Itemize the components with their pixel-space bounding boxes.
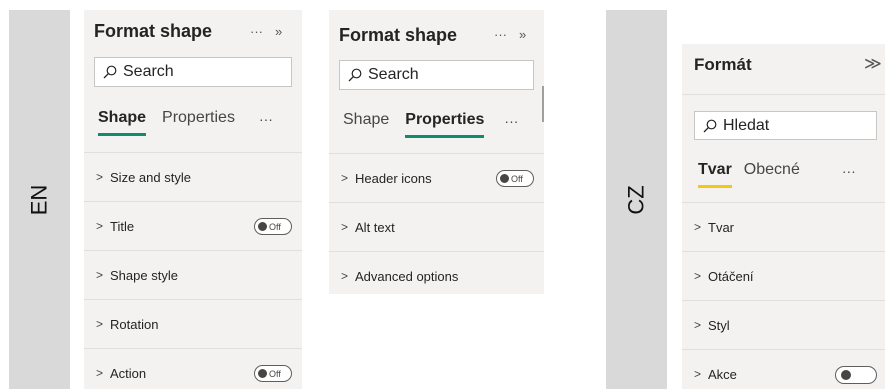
chevron-right-icon: > <box>96 170 104 184</box>
search-icon <box>103 65 117 79</box>
akce-toggle[interactable] <box>835 366 877 384</box>
search-placeholder: Search <box>123 63 174 80</box>
section-label: Otáčení <box>708 268 754 284</box>
search-placeholder: Search <box>368 66 419 83</box>
chevron-right-icon: > <box>96 317 104 331</box>
section-advanced-options[interactable]: > Advanced options <box>329 251 544 294</box>
language-label-en: EN <box>9 10 70 389</box>
search-placeholder: Hledat <box>723 116 770 134</box>
tabs-more-icon[interactable]: ··· <box>842 163 856 179</box>
section-label: Styl <box>708 317 730 333</box>
chevron-right-icon: > <box>96 219 104 233</box>
chevron-right-icon: > <box>341 220 349 234</box>
tab-properties[interactable]: Properties <box>162 109 235 133</box>
section-tvar[interactable]: > Tvar <box>682 202 885 251</box>
section-label: Advanced options <box>355 268 459 284</box>
toggle-knob <box>258 222 267 231</box>
format-shape-panel-shape-tab: Format shape ··· » Search Shape Properti… <box>84 10 302 389</box>
section-shape-style[interactable]: > Shape style <box>84 250 302 299</box>
chevron-right-icon: > <box>341 171 349 185</box>
panel-title: Format shape <box>339 25 458 45</box>
more-options-icon[interactable]: ··· <box>494 27 507 42</box>
scrollbar-thumb[interactable] <box>542 86 544 122</box>
section-label: Title <box>110 218 135 234</box>
chevron-right-icon: > <box>694 220 702 234</box>
language-label-cz: CZ <box>606 10 667 389</box>
toggle-state: Off <box>269 221 281 232</box>
search-input[interactable]: Search <box>339 60 534 90</box>
expand-pane-icon[interactable]: ≫ <box>864 54 882 74</box>
tab-shape[interactable]: Shape <box>98 109 147 136</box>
header-icons-toggle[interactable]: Off <box>496 170 534 187</box>
section-action[interactable]: > Action Off <box>84 348 302 389</box>
panel-title: Format shape <box>94 21 213 41</box>
chevron-right-icon: > <box>96 366 104 380</box>
section-rotation[interactable]: > Rotation <box>84 299 302 348</box>
action-toggle[interactable]: Off <box>254 365 292 382</box>
more-options-icon[interactable]: ··· <box>250 24 263 39</box>
chevron-right-icon: > <box>694 318 702 332</box>
search-icon <box>703 119 717 132</box>
chevron-right-icon: > <box>694 269 702 283</box>
language-label-en-text: EN <box>26 184 52 215</box>
section-otaceni[interactable]: > Otáčení <box>682 251 885 300</box>
expand-pane-icon[interactable]: » <box>519 27 526 42</box>
tab-properties[interactable]: Properties <box>405 111 485 138</box>
section-label: Action <box>110 365 147 381</box>
expand-pane-icon[interactable]: » <box>275 24 282 39</box>
section-label: Tvar <box>708 219 735 235</box>
chevron-right-icon: > <box>694 367 702 381</box>
tabs-more-icon[interactable]: ··· <box>259 111 273 127</box>
section-alt-text[interactable]: > Alt text <box>329 202 544 251</box>
tabs-more-icon[interactable]: ··· <box>504 113 518 129</box>
toggle-knob <box>500 174 509 183</box>
header-divider <box>682 94 885 95</box>
section-size-and-style[interactable]: > Size and style <box>84 152 302 201</box>
section-label: Alt text <box>355 219 395 235</box>
search-input[interactable]: Hledat <box>694 111 877 140</box>
toggle-knob <box>841 370 851 380</box>
tab-tvar[interactable]: Tvar <box>698 161 732 188</box>
section-label: Header icons <box>355 170 432 186</box>
section-styl[interactable]: > Styl <box>682 300 885 349</box>
section-label: Rotation <box>110 316 159 332</box>
language-label-cz-text: CZ <box>623 184 649 215</box>
title-toggle[interactable]: Off <box>254 218 292 235</box>
panel-title: Formát <box>694 55 752 74</box>
section-akce[interactable]: > Akce <box>682 349 885 389</box>
search-input[interactable]: Search <box>94 57 292 87</box>
section-label: Size and style <box>110 169 191 185</box>
toggle-state: Off <box>511 173 523 184</box>
tab-shape[interactable]: Shape <box>343 111 389 135</box>
search-icon <box>348 68 362 82</box>
chevron-right-icon: > <box>96 268 104 282</box>
format-panel-czech: Formát ≫ Hledat Tvar Obecné ··· > Tvar >… <box>682 44 885 389</box>
tab-obecne[interactable]: Obecné <box>744 161 800 185</box>
section-label: Akce <box>708 366 737 382</box>
toggle-state: Off <box>269 368 281 379</box>
format-shape-panel-properties-tab: Format shape ··· » Search Shape Properti… <box>329 10 544 294</box>
section-label: Shape style <box>110 267 178 283</box>
section-header-icons[interactable]: > Header icons Off <box>329 153 544 202</box>
toggle-knob <box>258 369 267 378</box>
chevron-right-icon: > <box>341 269 349 283</box>
section-title[interactable]: > Title Off <box>84 201 302 250</box>
